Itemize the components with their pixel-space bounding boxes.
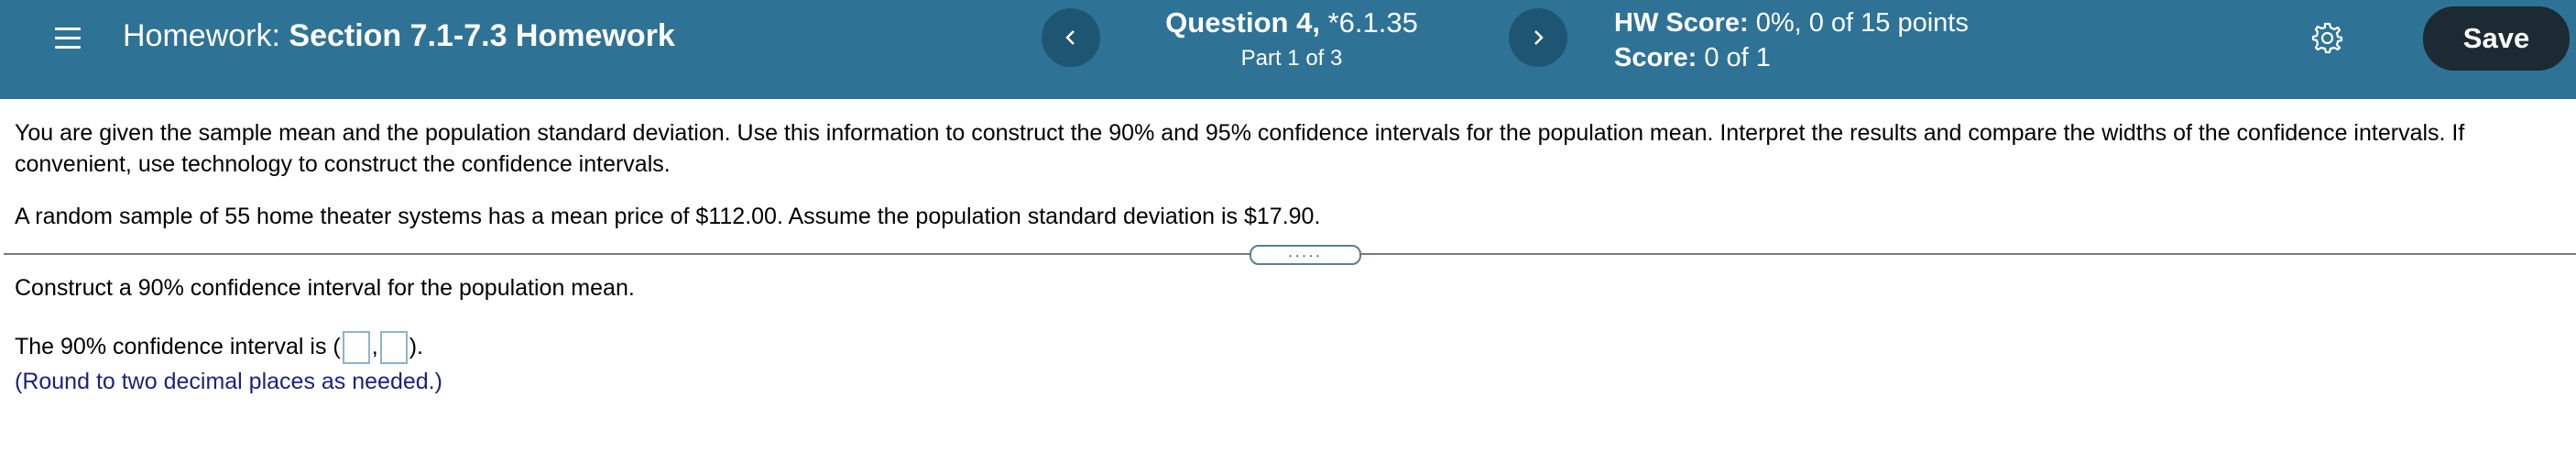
question-sample-text: A random sample of 55 home theater syste… [15, 204, 1321, 229]
rounding-note: (Round to two decimal places as needed.) [15, 369, 442, 394]
expand-handle[interactable]: ..... [1250, 245, 1361, 265]
question-score: Score: 0 of 1 [1614, 40, 1969, 75]
question-id: *6.1.35 [1327, 6, 1418, 39]
score-value: 0 of 1 [1704, 43, 1771, 72]
question-label: Question 4, [1165, 6, 1320, 39]
part-prompt: Construct a 90% confidence interval for … [15, 275, 635, 301]
interval-suffix: ). [409, 334, 423, 359]
previous-question-button[interactable] [1042, 8, 1100, 67]
next-question-button[interactable] [1509, 8, 1567, 67]
score-info: HW Score: 0%, 0 of 15 points Score: 0 of… [1614, 6, 1969, 75]
homework-name: Section 7.1-7.3 Homework [289, 18, 675, 53]
hw-score-label: HW Score: [1614, 8, 1749, 38]
interval-prefix: The 90% confidence interval is ( [15, 334, 341, 359]
homework-prefix: Homework: [123, 18, 280, 53]
hw-score-value: 0%, 0 of 15 points [1755, 8, 1969, 38]
save-button[interactable]: Save [2423, 6, 2570, 71]
confidence-interval-answer: The 90% confidence interval is (,). [15, 328, 423, 365]
gear-icon[interactable] [2309, 20, 2344, 55]
question-part: Part 1 of 3 [1240, 46, 1343, 71]
hw-score: HW Score: 0%, 0 of 15 points [1614, 6, 1969, 40]
lower-bound-input[interactable] [342, 331, 370, 365]
chevron-right-icon [1534, 30, 1544, 45]
question-info: Question 4, *6.1.35 Part 1 of 3 [1127, 4, 1457, 73]
hamburger-menu-icon[interactable] [53, 24, 86, 53]
question-title: Question 4, *6.1.35 [1127, 4, 1457, 42]
top-header-bar: Homework: Section 7.1-7.3 Homework Quest… [0, 0, 2576, 99]
upper-bound-input[interactable] [379, 331, 408, 365]
question-instructions: You are given the sample mean and the po… [15, 120, 2465, 177]
chevron-left-icon [1065, 30, 1075, 45]
score-label: Score: [1614, 43, 1697, 72]
homework-title: Homework: Section 7.1-7.3 Homework [123, 16, 675, 56]
interval-separator: , [371, 334, 378, 359]
